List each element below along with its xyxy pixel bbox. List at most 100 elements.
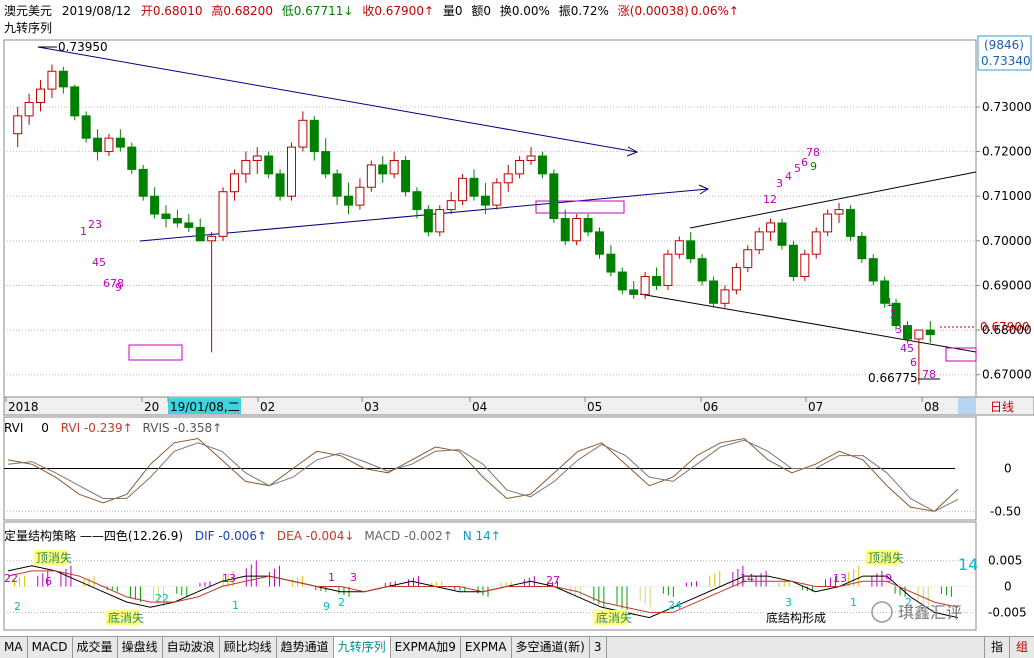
x-tick-label: 04	[472, 400, 487, 414]
high-label: 高	[211, 3, 223, 18]
tab-4[interactable]: 自动波浪	[163, 637, 220, 658]
macd-count: 14	[740, 572, 754, 585]
candle-body	[572, 218, 582, 242]
change-percent: 0.06%↑	[691, 4, 739, 18]
candle	[81, 111, 91, 143]
tab-10[interactable]: 多空通道(新)	[512, 637, 590, 658]
tab-9[interactable]: EXPMA	[461, 637, 512, 658]
candle-body	[184, 222, 194, 228]
x-tick-label: 06	[703, 400, 718, 414]
candle-body	[446, 200, 456, 211]
chart-canvas[interactable]: 澳元美元 2019/08/12 开0.68010 高0.68200 低0.677…	[0, 0, 1034, 636]
tab-spacer	[607, 637, 984, 658]
tab-11[interactable]: 3	[590, 637, 607, 658]
macd-count: 24	[668, 599, 682, 612]
tab-8[interactable]: EXPMA加9	[391, 637, 461, 658]
macd-annotation: 14	[958, 555, 978, 574]
dif-value: DIF -0.006↑	[195, 529, 267, 543]
watermark-text: 琪鑫汇评	[898, 603, 962, 622]
high-value: 0.68200	[223, 4, 273, 18]
rvi-tick-label: -0.50	[990, 504, 1021, 518]
candle-body	[389, 159, 399, 175]
candle-body	[766, 222, 776, 233]
td-count: 1	[80, 225, 87, 238]
candle-body	[492, 182, 502, 206]
candle-body	[423, 209, 433, 233]
x-tick-label: 19/01/08,二	[170, 400, 240, 414]
price-tick-label: 0.69000	[982, 278, 1032, 292]
candle-body	[469, 177, 479, 197]
tab-right-0[interactable]: 指	[983, 637, 1009, 658]
td-count: 3	[776, 177, 783, 190]
open-label: 开	[141, 4, 153, 18]
x-tick-label: 07	[808, 400, 823, 414]
tab-6[interactable]: 趋势通道	[277, 637, 334, 658]
candle	[435, 205, 445, 237]
candle-body	[652, 276, 662, 286]
candle-body	[401, 159, 411, 193]
amplitude-label: 振	[559, 4, 571, 18]
candle-body	[332, 173, 342, 197]
candle-body	[640, 276, 650, 295]
tab-0[interactable]: MA	[0, 637, 28, 658]
candle-body	[674, 240, 684, 255]
candle-body	[925, 329, 935, 336]
candle-body	[115, 137, 125, 148]
rvi-value: RVI -0.239↑	[61, 421, 133, 435]
tab-right-1[interactable]: 组	[1008, 637, 1034, 658]
candle	[640, 272, 650, 299]
candle-body	[47, 70, 57, 90]
badge-price: 0.73340	[981, 54, 1031, 68]
tab-7[interactable]: 九转序列	[333, 637, 391, 658]
candle-body	[617, 271, 627, 291]
candle-body	[81, 115, 91, 139]
open-value: 0.68010	[153, 4, 203, 18]
tab-1[interactable]: MACD	[28, 637, 73, 658]
candle-body	[583, 218, 593, 233]
td-count: 9	[115, 281, 122, 294]
macd-annotation: 底消失	[596, 610, 632, 625]
price-tick-label: 0.72000	[982, 145, 1032, 159]
candle-body	[24, 101, 34, 117]
candle	[138, 164, 148, 201]
tab-2[interactable]: 成交量	[73, 637, 118, 658]
macd-count: 22	[155, 592, 169, 605]
candle	[286, 142, 296, 201]
candle	[218, 187, 228, 241]
x-axis-cursor	[958, 398, 976, 414]
tab-5[interactable]: 顾比均线	[220, 637, 277, 658]
period-label[interactable]: 日线	[990, 400, 1014, 414]
macd-title: 定量结构策略	[4, 528, 76, 543]
macd-count: 13	[222, 572, 236, 585]
x-tick-label: 08	[924, 400, 939, 414]
candle-body	[58, 70, 68, 88]
td-count: 78	[922, 368, 936, 381]
candle-body	[70, 86, 80, 117]
macd-count: 1	[328, 571, 335, 584]
candle	[754, 227, 764, 255]
macd-count: 9	[885, 572, 892, 585]
candle	[617, 267, 627, 295]
td-count: 4	[785, 170, 792, 183]
td-count: 3	[895, 323, 902, 336]
header-date: 2019/08/12	[62, 4, 131, 18]
candle-body	[138, 168, 148, 197]
td-count: 78	[806, 146, 820, 159]
candle-body	[161, 213, 171, 220]
candle-body	[537, 155, 547, 175]
macd-annotation: 底结构形成	[766, 610, 826, 625]
candle-body	[560, 218, 570, 242]
tab-3[interactable]: 操盘线	[118, 637, 163, 658]
td-count: 9	[810, 160, 817, 173]
candle-body	[629, 289, 639, 295]
change-value: (0.00038)	[630, 4, 689, 18]
candle	[709, 276, 719, 308]
candle	[401, 156, 411, 197]
candle	[731, 263, 741, 295]
candle	[70, 84, 80, 121]
candle-body	[13, 115, 23, 135]
chart-window: 澳元美元 2019/08/12 开0.68010 高0.68200 低0.677…	[0, 0, 1034, 658]
macd-count: 1	[850, 596, 857, 609]
candle-body	[697, 258, 707, 282]
candle-body	[355, 186, 365, 206]
